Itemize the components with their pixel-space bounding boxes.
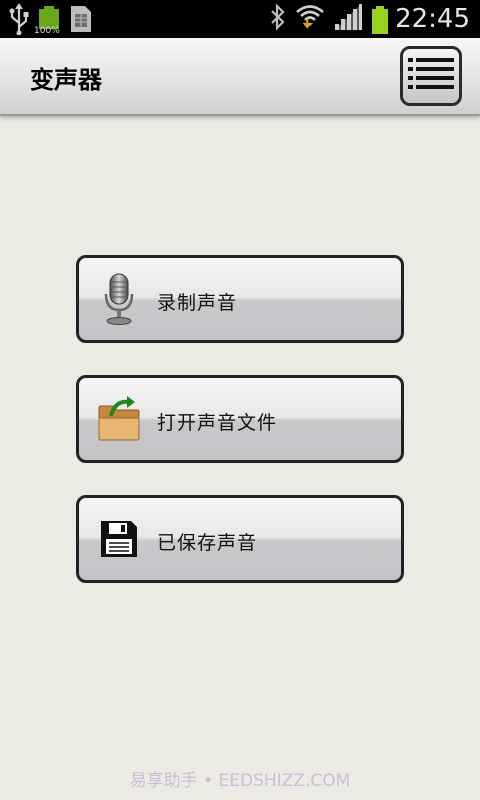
bluetooth-icon	[269, 3, 287, 35]
signal-icon	[333, 3, 363, 35]
watermark: 易享助手 • EEDSHIZZ.COM	[129, 771, 351, 791]
record-sound-button[interactable]: 录制声音	[76, 255, 404, 343]
record-sound-label: 录制声音	[157, 292, 238, 314]
status-clock: 22:45	[395, 4, 470, 34]
menu-button[interactable]	[400, 46, 462, 106]
battery-percent-text: 100%	[34, 26, 60, 36]
microphone-icon	[93, 272, 145, 326]
battery-small-icon: 100%	[34, 5, 62, 37]
floppy-disk-icon	[93, 512, 145, 566]
open-folder-icon	[93, 392, 145, 446]
usb-icon	[8, 3, 30, 39]
battery-icon	[371, 6, 389, 34]
sim-card-icon	[68, 3, 94, 39]
open-sound-file-button[interactable]: 打开声音文件	[76, 375, 404, 463]
app-header: 变声器	[0, 38, 480, 116]
status-left-icons: 100%	[8, 3, 94, 39]
wifi-icon	[295, 2, 325, 36]
status-bar: 100% 22:45	[0, 0, 480, 38]
saved-sounds-label: 已保存声音	[157, 532, 258, 554]
status-right-icons: 22:45	[269, 0, 470, 38]
saved-sounds-button[interactable]: 已保存声音	[76, 495, 404, 583]
open-sound-file-label: 打开声音文件	[157, 412, 278, 434]
page-title: 变声器	[30, 66, 102, 94]
list-menu-icon	[408, 57, 454, 95]
